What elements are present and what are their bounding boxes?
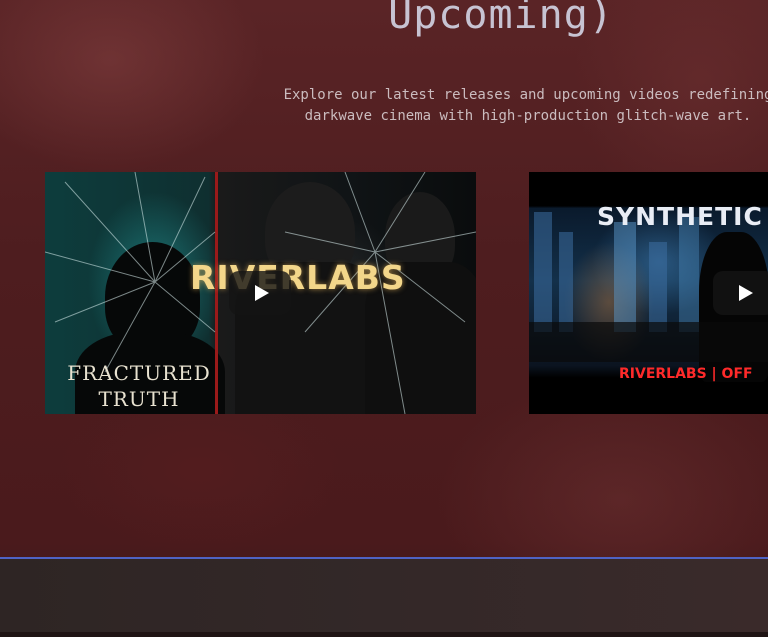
city-building	[614, 222, 636, 332]
play-icon	[255, 285, 269, 301]
title-line-1: FRACTURED	[67, 361, 211, 385]
description-line-1: Explore our latest releases and upcoming…	[283, 87, 768, 103]
footer-bottom-edge	[0, 632, 768, 637]
thumbnail-brand-text: RIVERLABS	[190, 258, 406, 297]
play-icon	[739, 285, 753, 301]
video-card-fractured-truth[interactable]: RIVERLABS FRACTURED TRUTH	[45, 172, 476, 414]
thumbnail-title-text: FRACTURED TRUTH	[59, 360, 219, 412]
section-title: Upcoming)	[388, 0, 614, 38]
city-building	[679, 217, 699, 332]
section-description: Explore our latest releases and upcoming…	[278, 85, 768, 127]
play-button[interactable]	[229, 271, 291, 315]
description-line-2: darkwave cinema with high-production gli…	[304, 108, 752, 124]
thumbnail-caption-text: RIVERLABS | OFF	[619, 366, 753, 382]
title-line-2: TRUTH	[98, 387, 180, 411]
city-building	[559, 232, 573, 332]
city-building	[534, 212, 552, 332]
foreground-debris	[529, 322, 768, 362]
city-building	[649, 242, 667, 332]
video-card-synthetic[interactable]: SYNTHETIC RIVERLABS | OFF	[529, 172, 768, 414]
footer-band	[0, 557, 768, 634]
thumbnail-brand-text: SYNTHETIC	[597, 202, 763, 231]
play-button[interactable]	[713, 271, 768, 315]
